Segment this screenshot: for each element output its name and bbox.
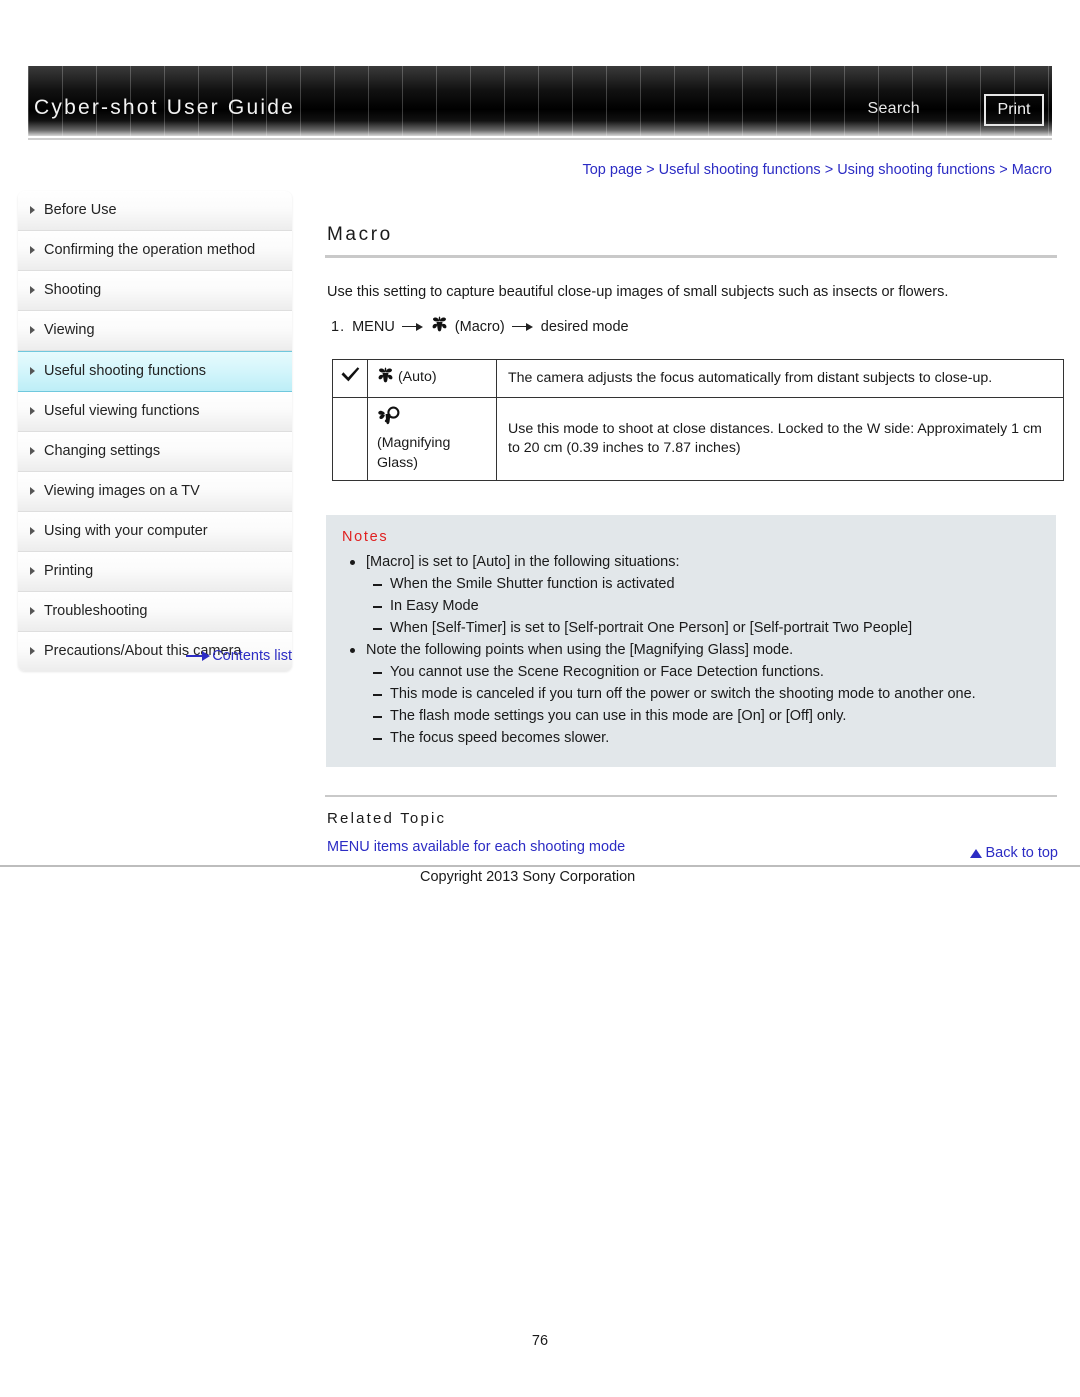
mode-label-continued: Glass) [377, 455, 418, 471]
sidebar-item-viewing-images-on-a-tv[interactable]: Viewing images on a TV [18, 472, 292, 512]
breadcrumb-text[interactable]: Top page > Useful shooting functions > U… [582, 162, 1052, 178]
chevron-right-icon [30, 206, 35, 214]
sidebar-item-printing[interactable]: Printing [18, 552, 292, 592]
header-underline [28, 138, 1052, 140]
chevron-right-icon [30, 607, 35, 615]
breadcrumb: Top page > Useful shooting functions > U… [325, 162, 1052, 178]
chevron-right-icon [30, 487, 35, 495]
arrow-right-icon [186, 651, 211, 662]
macro-flower-icon [377, 367, 394, 390]
note-bullet: Note the following points when using the… [348, 639, 1056, 661]
contents-list-link[interactable]: Contents list [18, 648, 292, 664]
related-topic-link[interactable]: MENU items available for each shooting m… [327, 839, 1057, 855]
note-sub-item: This mode is canceled if you turn off th… [372, 683, 1056, 705]
step-menu-label: MENU [352, 318, 395, 335]
note-sub-item: The flash mode settings you can use in t… [372, 705, 1056, 727]
triangle-up-icon [970, 849, 983, 858]
page-number: 76 [531, 1333, 549, 1349]
chevron-right-icon [30, 407, 35, 415]
notes-title: Notes [342, 529, 389, 545]
print-button[interactable]: Print [984, 94, 1044, 126]
arrow-right-icon [511, 322, 534, 332]
chevron-right-icon [30, 326, 35, 334]
sidebar-item-troubleshooting[interactable]: Troubleshooting [18, 592, 292, 632]
step-macro-label: (Macro) [454, 318, 505, 335]
sidebar-item-label: Useful shooting functions [44, 363, 207, 379]
note-sub-item: You cannot use the Scene Recognition or … [372, 661, 1056, 683]
section-title: Macro [327, 224, 393, 245]
step-number: 1. [331, 318, 346, 335]
chevron-right-icon [30, 447, 35, 455]
chevron-right-icon [30, 527, 35, 535]
page-title: Cyber-shot User Guide [34, 96, 295, 119]
sidebar-item-viewing[interactable]: Viewing [18, 311, 292, 351]
note-bullet: [Macro] is set to [Auto] in the followin… [348, 551, 1056, 573]
sidebar-item-changing-settings[interactable]: Changing settings [18, 432, 292, 472]
row-check-cell [332, 397, 368, 481]
chevron-right-icon [30, 286, 35, 294]
sidebar-item-useful-viewing-functions[interactable]: Useful viewing functions [18, 392, 292, 432]
sidebar-item-label: Using with your computer [44, 523, 208, 539]
related-divider [325, 795, 1057, 797]
chevron-right-icon [30, 367, 35, 375]
sidebar-item-before-use[interactable]: Before Use [18, 191, 292, 231]
back-to-top-link[interactable]: Back to top [970, 845, 1058, 861]
related-topic-title: Related Topic [327, 810, 447, 827]
row-check-cell [332, 359, 368, 398]
sidebar-item-using-with-your-computer[interactable]: Using with your computer [18, 512, 292, 552]
sidebar: Before Use Confirming the operation meth… [18, 191, 292, 671]
chevron-right-icon [30, 246, 35, 254]
row-description-cell: The camera adjusts the focus automatical… [496, 359, 1064, 398]
mode-label: (Magnifying [377, 435, 451, 451]
magnifying-glass-macro-icon [377, 405, 403, 433]
sidebar-item-confirming-the-operation-method[interactable]: Confirming the operation method [18, 231, 292, 271]
contents-list-label: Contents list [212, 648, 292, 664]
table-row: (Magnifying Glass) Use this mode to shoo… [332, 397, 1064, 481]
note-sub-item: The focus speed becomes slower. [372, 727, 1056, 749]
note-sub-item: When [Self-Timer] is set to [Self-portra… [372, 617, 1056, 639]
sidebar-item-label: Viewing images on a TV [44, 483, 200, 499]
intro-paragraph: Use this setting to capture beautiful cl… [327, 284, 949, 300]
sidebar-item-label: Troubleshooting [44, 603, 148, 619]
arrow-right-icon [401, 322, 424, 332]
mode-table: (Auto) The camera adjusts the focus auto… [332, 359, 1064, 481]
sidebar-item-label: Confirming the operation method [44, 242, 256, 258]
step-instruction: 1. MENU (Macro) desired mode [331, 316, 1057, 337]
sidebar-item-label: Changing settings [44, 443, 161, 459]
search-button[interactable]: Search [868, 100, 921, 118]
sidebar-item-label: Useful viewing functions [44, 403, 200, 419]
sidebar-item-useful-shooting-functions[interactable]: Useful shooting functions [18, 351, 292, 392]
sidebar-item-label: Printing [44, 563, 94, 579]
sidebar-item-shooting[interactable]: Shooting [18, 271, 292, 311]
sidebar-item-label: Before Use [44, 202, 117, 218]
row-mode-cell: (Auto) [367, 359, 497, 398]
footer-divider [0, 865, 1080, 867]
checkmark-icon [340, 366, 361, 391]
row-description-cell: Use this mode to shoot at close distance… [496, 397, 1064, 481]
note-sub-item: When the Smile Shutter function is activ… [372, 573, 1056, 595]
step-tail-label: desired mode [540, 318, 629, 335]
row-mode-cell: (Magnifying Glass) [367, 397, 497, 481]
sidebar-item-label: Shooting [44, 282, 102, 298]
title-divider [325, 255, 1057, 258]
notes-box: Notes [Macro] is set to [Auto] in the fo… [326, 515, 1056, 767]
copyright-text: Copyright 2013 Sony Corporation [420, 869, 636, 885]
note-sub-item: In Easy Mode [372, 595, 1056, 617]
macro-flower-icon [431, 316, 448, 337]
chevron-right-icon [30, 567, 35, 575]
sidebar-item-label: Viewing [44, 322, 95, 338]
table-row: (Auto) The camera adjusts the focus auto… [332, 359, 1064, 398]
mode-label: (Auto) [397, 369, 437, 385]
main-content: Macro Use this setting to capture beauti… [325, 224, 1064, 855]
back-to-top-label: Back to top [985, 845, 1058, 861]
